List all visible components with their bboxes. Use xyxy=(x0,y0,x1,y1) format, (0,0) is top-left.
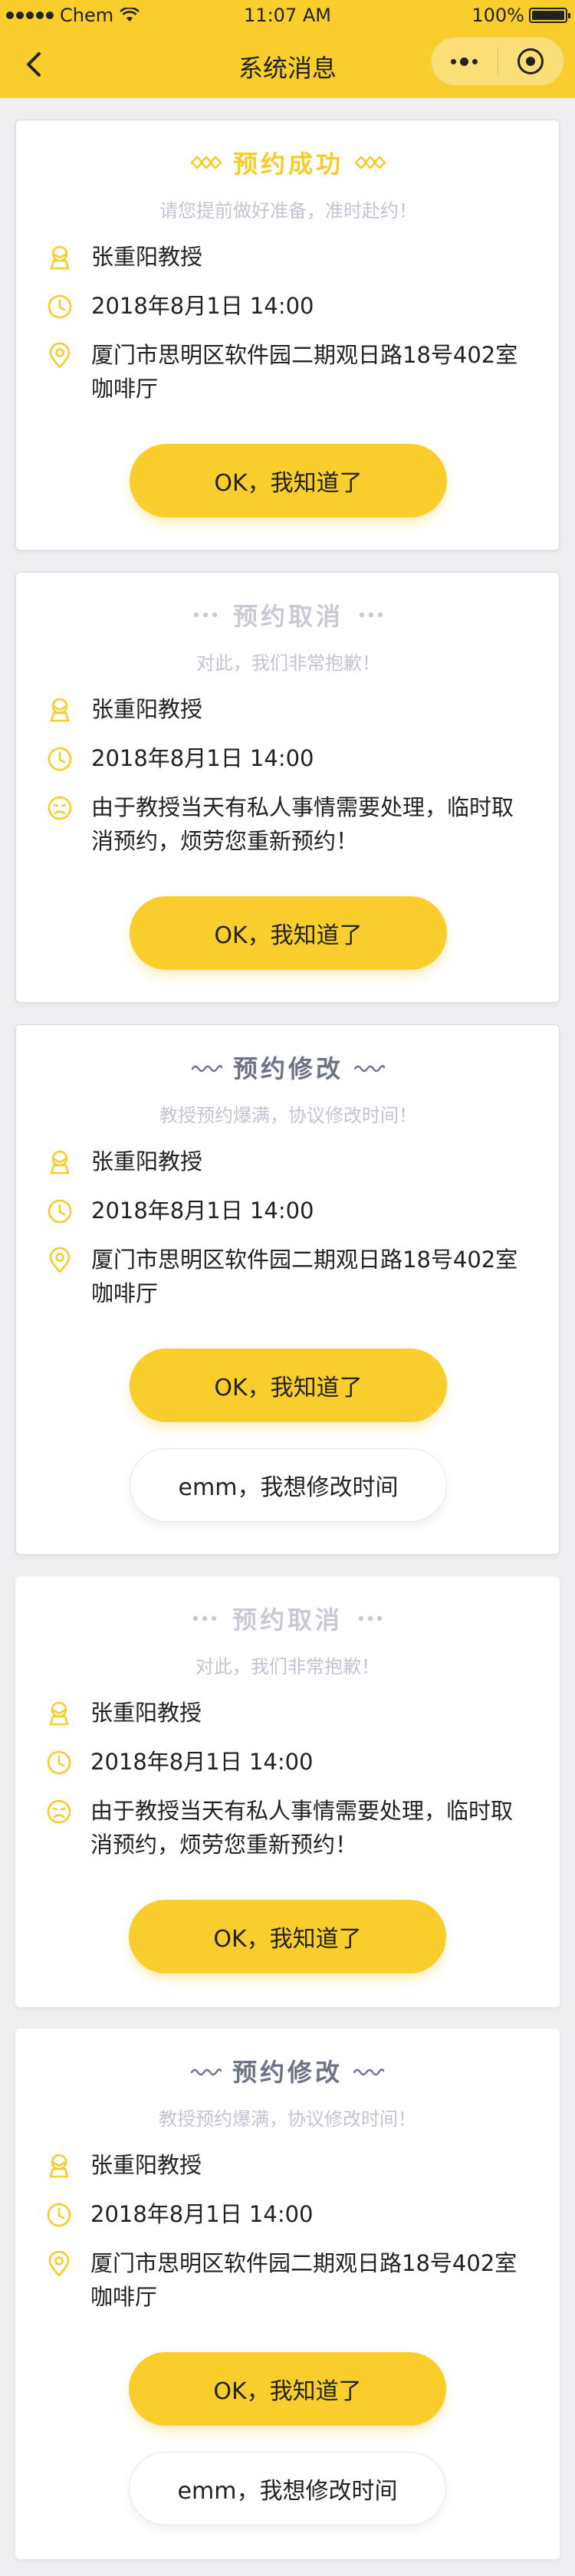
appointment-time: 2018年8月1日 14:00 xyxy=(91,1198,314,1224)
location-row: 厦门市思明区软件园二期观日路18号402室咖啡厅 xyxy=(47,1246,528,1310)
time-row: 2018年8月1日 14:00 xyxy=(47,744,528,775)
navigation-bar: 系统消息 xyxy=(0,31,575,98)
message-card-modify: 预约修改 教授预约爆满，协议修改时间！ 张重阳教授 2018年8月1日 14:0… xyxy=(15,2029,560,2559)
ok-button[interactable]: OK，我知道了 xyxy=(130,444,447,518)
wave-decor-icon xyxy=(353,2068,385,2076)
location-pin-icon xyxy=(49,1247,71,1273)
card-subtitle: 请您提前做好准备，准时赴约！ xyxy=(159,200,417,222)
professor-name: 张重阳教授 xyxy=(90,1700,202,1726)
card-title: 预约取消 xyxy=(15,1601,560,1636)
diamond-decor-icon xyxy=(190,156,222,169)
mini-program-capsule xyxy=(431,37,564,86)
appointment-time: 2018年8月1日 14:00 xyxy=(90,1749,314,1775)
card-title-text: 预约修改 xyxy=(232,1054,343,1083)
clock-icon xyxy=(47,2203,71,2227)
reason-row: 由于教授当天有私人事情需要处理，临时取消预约，烦劳您重新预约！ xyxy=(47,794,528,858)
card-title: 预约取消 xyxy=(16,597,560,632)
appointment-location: 厦门市思明区软件园二期观日路18号402室咖啡厅 xyxy=(91,1247,518,1306)
professor-row: 张重阳教授 xyxy=(46,2151,527,2182)
card-title: 预约修改 xyxy=(15,2053,560,2088)
professor-icon xyxy=(50,1150,70,1175)
battery-status: 100% xyxy=(472,5,570,26)
wave-decor-icon xyxy=(191,1065,222,1073)
battery-percent: 100% xyxy=(472,5,524,26)
clock-icon xyxy=(48,294,72,319)
appointment-location: 厦门市思明区软件园二期观日路18号402室咖啡厅 xyxy=(90,2250,518,2310)
time-row: 2018年8月1日 14:00 xyxy=(47,292,528,323)
appointment-time: 2018年8月1日 14:00 xyxy=(91,745,314,771)
professor-name: 张重阳教授 xyxy=(91,1148,203,1175)
card-title: 预约成功 xyxy=(16,145,560,180)
cancel-reason: 由于教授当天有私人事情需要处理，临时取消预约，烦劳您重新预约！ xyxy=(90,1798,514,1858)
professor-icon xyxy=(49,2154,69,2178)
location-row: 厦门市思明区软件园二期观日路18号402室咖啡厅 xyxy=(46,2249,527,2314)
reason-row: 由于教授当天有私人事情需要处理，临时取消预约，烦劳您重新预约！ xyxy=(46,1797,527,1861)
card-subtitle: 教授预约爆满，协议修改时间！ xyxy=(159,2108,416,2130)
dots-decor-icon xyxy=(358,1615,383,1622)
cancel-reason: 由于教授当天有私人事情需要处理，临时取消预约，烦劳您重新预约！ xyxy=(91,794,514,854)
target-circle-icon xyxy=(518,48,544,74)
location-pin-icon xyxy=(49,343,71,369)
card-title-text: 预约取消 xyxy=(232,1605,343,1635)
ok-button[interactable]: OK，我知道了 xyxy=(129,1900,446,1973)
card-subtitle: 对此，我们非常抱歉！ xyxy=(196,652,380,674)
location-pin-icon xyxy=(48,2251,70,2277)
dots-decor-icon xyxy=(359,612,383,618)
message-card-cancel: 预约取消 对此，我们非常抱歉！ 张重阳教授 2018年8月1日 14:00 由于… xyxy=(15,1576,560,2007)
professor-row: 张重阳教授 xyxy=(47,695,528,726)
card-subtitle: 教授预约爆满，协议修改时间！ xyxy=(159,1105,417,1126)
time-row: 2018年8月1日 14:00 xyxy=(46,2200,527,2231)
more-button[interactable] xyxy=(432,57,498,66)
professor-icon xyxy=(50,245,70,270)
sad-face-icon xyxy=(48,796,72,820)
message-card-cancel: 预约取消 对此，我们非常抱歉！ 张重阳教授 2018年8月1日 14:00 由于… xyxy=(15,572,560,1003)
time-row: 2018年8月1日 14:00 xyxy=(46,1748,527,1779)
close-button[interactable] xyxy=(498,48,564,74)
card-title: 预约修改 xyxy=(16,1050,560,1085)
professor-icon xyxy=(50,698,70,722)
card-title-text: 预约修改 xyxy=(232,2058,343,2087)
card-subtitle: 对此，我们非常抱歉！ xyxy=(196,1656,380,1677)
ok-button[interactable]: OK，我知道了 xyxy=(129,2352,446,2426)
appointment-time: 2018年8月1日 14:00 xyxy=(91,293,314,319)
professor-name: 张重阳教授 xyxy=(90,2152,202,2178)
time-row: 2018年8月1日 14:00 xyxy=(47,1197,528,1227)
sad-face-icon xyxy=(47,1799,71,1824)
wave-decor-icon xyxy=(354,1065,386,1073)
dots-decor-icon xyxy=(193,612,218,618)
ok-button[interactable]: OK，我知道了 xyxy=(130,896,447,970)
battery-icon xyxy=(529,8,570,23)
appointment-location: 厦门市思明区软件园二期观日路18号402室咖啡厅 xyxy=(91,342,518,402)
clock-icon xyxy=(48,747,72,771)
professor-name: 张重阳教授 xyxy=(91,696,203,722)
professor-row: 张重阳教授 xyxy=(47,243,528,274)
professor-row: 张重阳教授 xyxy=(47,1148,528,1178)
message-card-modify: 预约修改 教授预约爆满，协议修改时间！ 张重阳教授 2018年8月1日 14:0… xyxy=(15,1024,560,1555)
clock-icon xyxy=(47,1750,71,1775)
ok-button[interactable]: OK，我知道了 xyxy=(130,1349,447,1422)
more-dots-icon xyxy=(451,58,457,64)
diamond-decor-icon xyxy=(354,156,386,169)
professor-name: 张重阳教授 xyxy=(91,244,203,270)
modify-time-button[interactable]: emm，我想修改时间 xyxy=(130,1448,447,1522)
clock-icon xyxy=(48,1199,72,1224)
card-title-text: 预约取消 xyxy=(232,602,343,631)
modify-time-button[interactable]: emm，我想修改时间 xyxy=(129,2452,446,2525)
location-row: 厦门市思明区软件园二期观日路18号402室咖啡厅 xyxy=(47,341,528,406)
dots-decor-icon xyxy=(192,1615,217,1622)
message-card-success: 预约成功 请您提前做好准备，准时赴约！ 张重阳教授 2018年8月1日 14:0… xyxy=(15,120,560,550)
professor-row: 张重阳教授 xyxy=(46,1699,527,1730)
professor-icon xyxy=(49,1701,69,1726)
card-title-text: 预约成功 xyxy=(232,150,343,179)
status-bar: Chem 11:07 AM 100% xyxy=(0,0,575,31)
wave-decor-icon xyxy=(190,2068,222,2076)
top-bar: Chem 11:07 AM 100% 系统消息 xyxy=(0,0,575,98)
appointment-time: 2018年8月1日 14:00 xyxy=(90,2201,314,2227)
